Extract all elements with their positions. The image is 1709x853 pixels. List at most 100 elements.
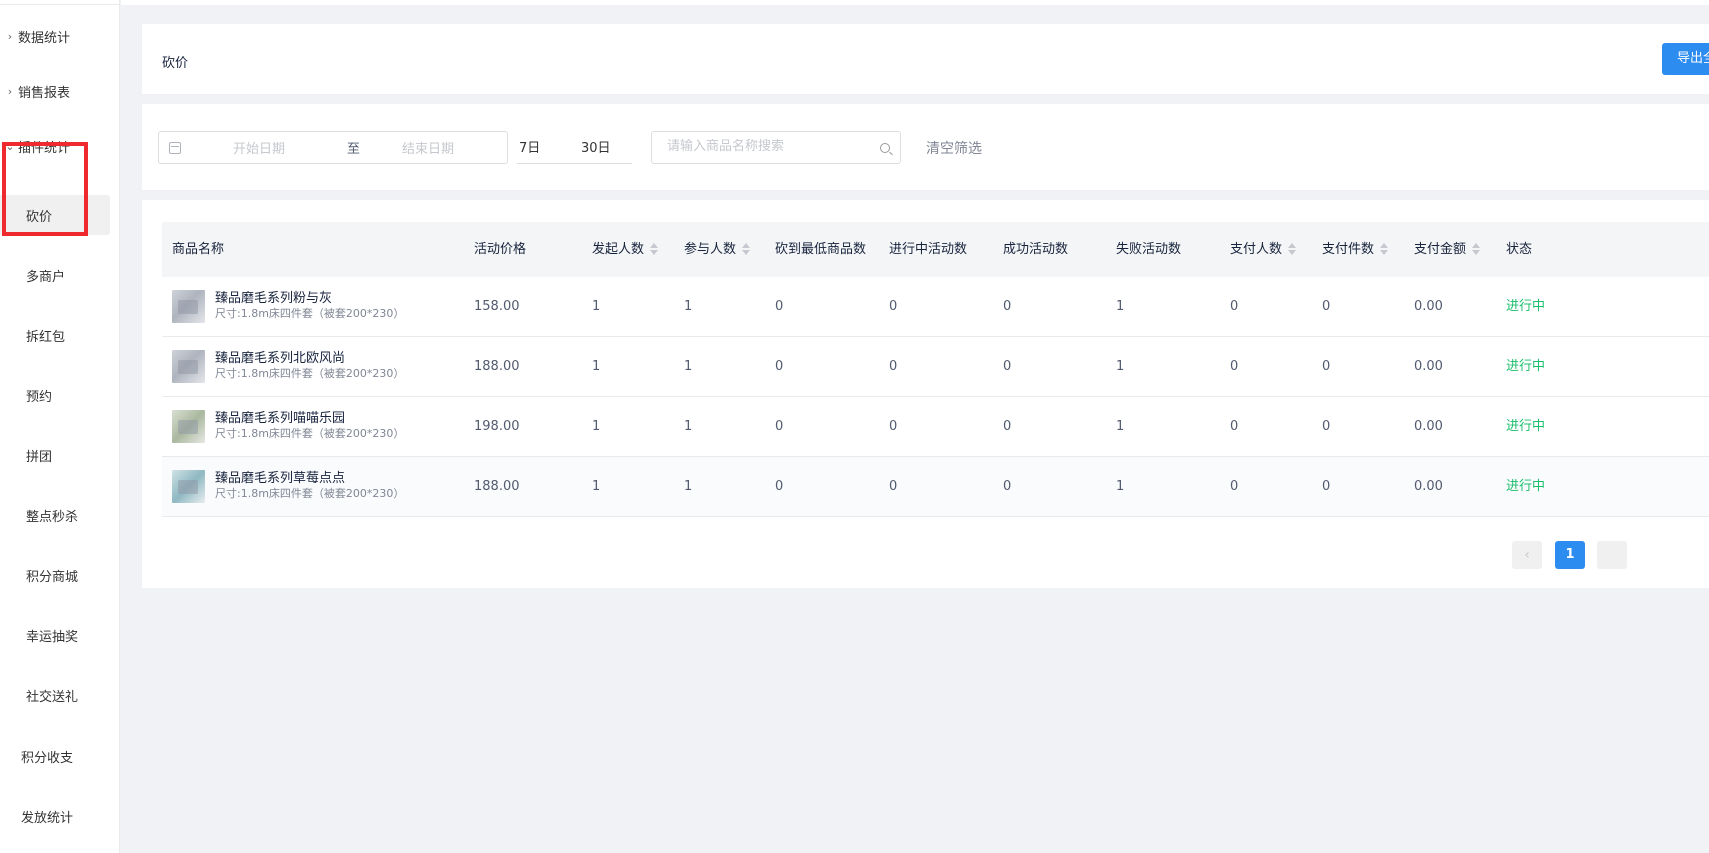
- col-success-count: 成功活动数: [1003, 242, 1069, 257]
- cell-price: 188.00: [474, 359, 520, 374]
- sort-icon[interactable]: [1288, 242, 1297, 255]
- sidebar-divider: [0, 4, 120, 5]
- col-lowest-price-count: 砍到最低商品数: [775, 242, 867, 257]
- col-participants[interactable]: 参与人数: [684, 222, 751, 277]
- sidebar-item-issue-stats[interactable]: 发放统计: [0, 801, 120, 831]
- cell-pay-users: 0: [1230, 419, 1239, 434]
- table-row: 臻品磨毛系列粉与灰 尺寸:1.8m床四件套（被套200*230） 158.00 …: [162, 277, 1709, 337]
- col-pay-users[interactable]: 支付人数: [1230, 222, 1297, 277]
- sidebar-item-label: 拆红包: [26, 329, 66, 345]
- col-pay-items[interactable]: 支付件数: [1322, 222, 1389, 277]
- clear-filter-link[interactable]: 清空筛选: [926, 138, 982, 158]
- product-spec: 尺寸:1.8m床四件套（被套200*230）: [215, 367, 405, 380]
- sidebar-item-reservation[interactable]: 预约: [0, 375, 110, 415]
- sidebar-item-red-packet[interactable]: 拆红包: [0, 315, 110, 355]
- table-row: 臻品磨毛系列喵喵乐园 尺寸:1.8m床四件套（被套200*230） 198.00…: [162, 397, 1709, 457]
- sidebar-item-lucky-draw[interactable]: 幸运抽奖: [0, 615, 110, 655]
- product-thumbnail: [172, 410, 205, 443]
- search-icon[interactable]: [880, 143, 890, 153]
- sidebar-item-multi-merchant[interactable]: 多商户: [0, 255, 110, 295]
- sidebar-item-sales-report[interactable]: › 销售报表: [0, 76, 120, 106]
- sidebar: › 数据统计 › 销售报表 ⌄ 插件统计 砍价 多商户 拆红包 预约 拼团 整点…: [0, 0, 120, 853]
- cell-ongoing: 0: [889, 299, 898, 314]
- sidebar-item-label: 积分收支: [21, 750, 74, 766]
- cell-pay-users: 0: [1230, 299, 1239, 314]
- cell-pay-users: 0: [1230, 479, 1239, 494]
- sidebar-item-label: 积分商城: [26, 569, 79, 585]
- quick-date-30-days[interactable]: 30日: [581, 137, 611, 156]
- sidebar-item-plugin-stats[interactable]: ⌄ 插件统计: [0, 131, 120, 161]
- sidebar-item-data-stats[interactable]: › 数据统计: [0, 21, 120, 51]
- table-header: 商品名称 活动价格 发起人数 参与人数 砍到最低商品数 进行中活动数 成功活动数…: [162, 222, 1709, 277]
- search-input[interactable]: [667, 139, 867, 154]
- cell-price: 198.00: [474, 419, 520, 434]
- date-start-input[interactable]: 开始日期: [233, 138, 285, 157]
- stats-table-card: 商品名称 活动价格 发起人数 参与人数 砍到最低商品数 进行中活动数 成功活动数…: [142, 200, 1709, 588]
- col-product-name: 商品名称: [172, 242, 225, 257]
- sidebar-item-flash-sale[interactable]: 整点秒杀: [0, 495, 110, 535]
- pagination-page-1[interactable]: 1: [1555, 541, 1585, 569]
- status-badge: 进行中: [1506, 359, 1546, 374]
- cell-failed: 1: [1116, 479, 1125, 494]
- calendar-icon: [169, 141, 181, 154]
- cell-success: 0: [1003, 479, 1012, 494]
- cell-participants: 1: [684, 419, 693, 434]
- quick-date-7-days[interactable]: 7日: [519, 137, 540, 156]
- cell-initiators: 1: [592, 479, 601, 494]
- product-thumbnail: [172, 350, 205, 383]
- col-initiators[interactable]: 发起人数: [592, 222, 659, 277]
- chevron-right-icon: ›: [7, 84, 13, 98]
- col-pay-amount[interactable]: 支付金额: [1414, 222, 1481, 277]
- table-row: 臻品磨毛系列北欧风尚 尺寸:1.8m床四件套（被套200*230） 188.00…: [162, 337, 1709, 397]
- sort-icon[interactable]: [1380, 242, 1389, 255]
- cell-initiators: 1: [592, 359, 601, 374]
- cell-initiators: 1: [592, 419, 601, 434]
- date-end-input[interactable]: 结束日期: [402, 138, 454, 157]
- chevron-right-icon: ›: [7, 29, 13, 43]
- product-spec: 尺寸:1.8m床四件套（被套200*230）: [215, 487, 405, 500]
- cell-failed: 1: [1116, 299, 1125, 314]
- sort-icon[interactable]: [742, 242, 751, 255]
- status-badge: 进行中: [1506, 479, 1546, 494]
- product-thumbnail: [172, 290, 205, 323]
- product-name: 臻品磨毛系列喵喵乐园: [215, 411, 346, 426]
- product-name: 臻品磨毛系列北欧风尚: [215, 351, 346, 366]
- quick-date-tabs: 7日 30日: [517, 131, 632, 164]
- cell-price: 188.00: [474, 479, 520, 494]
- date-range-picker[interactable]: 开始日期 至 结束日期: [158, 131, 508, 164]
- chevron-down-icon: ⌄: [5, 139, 15, 153]
- sidebar-item-social-gift[interactable]: 社交送礼: [0, 675, 110, 715]
- pagination-prev-button[interactable]: ‹: [1512, 541, 1542, 569]
- sidebar-item-label: 砍价: [26, 209, 53, 225]
- sidebar-item-label: 拼团: [26, 449, 53, 465]
- cell-pay-amount: 0.00: [1414, 479, 1443, 494]
- sidebar-item-points-mall[interactable]: 积分商城: [0, 555, 110, 595]
- cell-ongoing: 0: [889, 359, 898, 374]
- cell-pay-items: 0: [1322, 299, 1331, 314]
- cell-success: 0: [1003, 419, 1012, 434]
- cell-initiators: 1: [592, 299, 601, 314]
- cell-pay-items: 0: [1322, 359, 1331, 374]
- sidebar-item-label: 幸运抽奖: [26, 629, 79, 645]
- sidebar-item-label: 社交送礼: [26, 689, 79, 705]
- sort-icon[interactable]: [650, 242, 659, 255]
- product-spec: 尺寸:1.8m床四件套（被套200*230）: [215, 307, 405, 320]
- sidebar-item-label: 销售报表: [18, 85, 71, 101]
- export-all-button[interactable]: 导出全部: [1662, 43, 1709, 75]
- sidebar-item-label: 预约: [26, 389, 53, 405]
- status-badge: 进行中: [1506, 299, 1546, 314]
- cell-participants: 1: [684, 359, 693, 374]
- sidebar-item-points-balance[interactable]: 积分收支: [0, 741, 120, 771]
- pagination-next-button[interactable]: [1597, 541, 1627, 569]
- product-name: 臻品磨毛系列粉与灰: [215, 291, 333, 306]
- sort-icon[interactable]: [1472, 242, 1481, 255]
- product-name: 臻品磨毛系列草莓点点: [215, 471, 346, 486]
- col-activity-price: 活动价格: [474, 242, 527, 257]
- cell-lowest: 0: [775, 479, 784, 494]
- sidebar-item-bargain[interactable]: 砍价: [0, 195, 110, 235]
- product-spec: 尺寸:1.8m床四件套（被套200*230）: [215, 427, 405, 440]
- sidebar-item-group-buy[interactable]: 拼团: [0, 435, 110, 475]
- sidebar-item-label: 整点秒杀: [26, 509, 79, 525]
- sidebar-item-label: 多商户: [26, 269, 66, 285]
- cell-pay-amount: 0.00: [1414, 359, 1443, 374]
